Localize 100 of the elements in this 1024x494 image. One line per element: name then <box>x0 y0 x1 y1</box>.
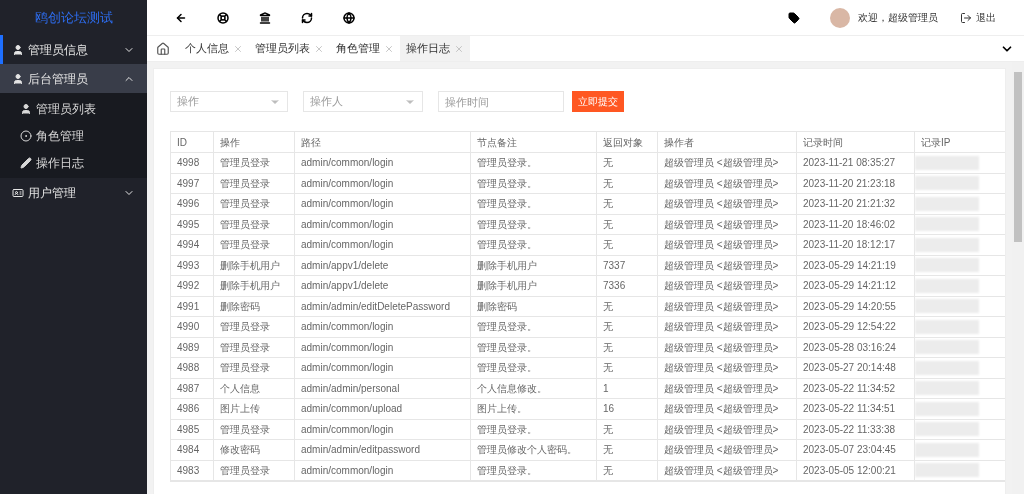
table-cell: 删除手机用户 <box>471 255 597 275</box>
table-cell: 管理员修改个人密码。 <box>471 440 597 460</box>
tab[interactable]: 角色管理 <box>330 36 400 61</box>
table-cell: 无 <box>597 214 658 234</box>
table-cell: 图片上传。 <box>471 399 597 419</box>
table-cell: admin/common/login <box>295 358 471 378</box>
submenu-item[interactable]: 管理员列表 <box>0 95 147 122</box>
table-cell: 管理员登录。 <box>471 337 597 357</box>
table-cell: 无 <box>597 460 658 480</box>
bank-icon[interactable] <box>259 11 271 24</box>
table-cell: 超级管理员 <超级管理员> <box>658 419 797 439</box>
blurred-ip <box>915 237 979 252</box>
table-cell: admin/common/login <box>295 153 471 173</box>
table-cell: 管理员登录。 <box>471 194 597 214</box>
table-cell: 4994 <box>171 235 214 255</box>
logo: 鸥创论坛测试 <box>33 8 114 27</box>
submenu-item[interactable]: 操作日志 <box>0 149 147 176</box>
blurred-ip <box>915 401 979 416</box>
home-icon[interactable] <box>156 41 170 56</box>
table-cell: 超级管理员 <超级管理员> <box>658 296 797 316</box>
table-cell: 管理员登录。 <box>471 153 597 173</box>
column-header: 操作 <box>214 132 295 152</box>
blurred-ip <box>915 463 979 478</box>
table-cell: 4991 <box>171 296 214 316</box>
table-cell: 管理员登录 <box>214 317 295 337</box>
submenu-item[interactable]: 角色管理 <box>0 122 147 149</box>
column-header: 操作者 <box>658 132 797 152</box>
table-cell: 管理员登录 <box>214 419 295 439</box>
blurred-ip <box>915 442 979 457</box>
table-cell: 无 <box>597 194 658 214</box>
table-cell: 管理员登录 <box>214 358 295 378</box>
tab[interactable]: 操作日志 <box>400 36 470 61</box>
refresh-icon[interactable] <box>301 11 313 24</box>
table-cell: 超级管理员 <超级管理员> <box>658 337 797 357</box>
table-cell: 管理员登录 <box>214 173 295 193</box>
column-header: 节点备注 <box>471 132 597 152</box>
table-cell: 管理员登录 <box>214 337 295 357</box>
table-cell: 无 <box>597 440 658 460</box>
table-cell: 4988 <box>171 358 214 378</box>
table-cell: 删除手机用户 <box>471 276 597 296</box>
table-cell: admin/appv1/delete <box>295 255 471 275</box>
table-cell: 图片上传 <box>214 399 295 419</box>
table-cell: 4992 <box>171 276 214 296</box>
table-cell: admin/admin/personal <box>295 378 471 398</box>
table-cell: 7337 <box>597 255 658 275</box>
pencil-icon <box>20 156 32 169</box>
table-cell: 超级管理员 <超级管理员> <box>658 194 797 214</box>
column-header: 记录IP <box>915 132 1005 152</box>
lifebuoy-icon[interactable] <box>217 11 229 24</box>
user-icon <box>12 72 24 85</box>
table-cell: 16 <box>597 399 658 419</box>
tag-icon[interactable] <box>788 11 800 24</box>
table-cell: 超级管理员 <超级管理员> <box>658 460 797 480</box>
table-cell: 无 <box>597 235 658 255</box>
table-cell: 管理员登录 <box>214 153 295 173</box>
table-cell: admin/common/login <box>295 194 471 214</box>
table-cell: 4996 <box>171 194 214 214</box>
table-cell: admin/admin/editDeletePassword <box>295 296 471 316</box>
globe-icon[interactable] <box>343 11 355 24</box>
logout-button[interactable]: 退出 <box>960 10 996 25</box>
back-icon[interactable] <box>175 11 187 24</box>
date-field[interactable]: 操作时间 <box>438 91 564 112</box>
blurred-ip <box>915 422 979 437</box>
blurred-ip <box>915 319 979 334</box>
sidebar-item[interactable]: 后台管理员 <box>0 64 147 93</box>
table-cell: admin/admin/editpassword <box>295 440 471 460</box>
table-cell: 超级管理员 <超级管理员> <box>658 173 797 193</box>
table-cell: 个人信息 <box>214 378 295 398</box>
column-header: 记录时间 <box>797 132 915 152</box>
blurred-ip <box>915 340 979 355</box>
blurred-ip <box>915 196 979 211</box>
table-cell: 管理员登录。 <box>471 460 597 480</box>
blurred-ip <box>915 258 979 273</box>
table-cell: 管理员登录 <box>214 194 295 214</box>
table-cell: 删除手机用户 <box>214 255 295 275</box>
table-cell: 超级管理员 <超级管理员> <box>658 153 797 173</box>
table-cell: 无 <box>597 296 658 316</box>
table-cell: 删除密码 <box>471 296 597 316</box>
table-cell: 超级管理员 <超级管理员> <box>658 317 797 337</box>
table-cell: 4995 <box>171 214 214 234</box>
table-cell: 管理员登录。 <box>471 358 597 378</box>
table-cell: 删除密码 <box>214 296 295 316</box>
tab[interactable]: 管理员列表 <box>249 36 330 61</box>
welcome-text: 欢迎，超级管理员 <box>858 11 938 25</box>
table-cell: 1 <box>597 378 658 398</box>
user-icon <box>20 102 32 115</box>
logout-icon <box>960 11 972 24</box>
column-header: ID <box>171 132 214 152</box>
table-cell: 个人信息修改。 <box>471 378 597 398</box>
table-cell: admin/common/login <box>295 317 471 337</box>
table-cell: 超级管理员 <超级管理员> <box>658 399 797 419</box>
table-cell: admin/common/login <box>295 235 471 255</box>
table-cell: 管理员登录 <box>214 214 295 234</box>
table-cell: 无 <box>597 317 658 337</box>
sidebar-item[interactable]: 用户管理 <box>0 178 147 207</box>
table-cell: 超级管理员 <超级管理员> <box>658 440 797 460</box>
table-cell: 管理员登录 <box>214 235 295 255</box>
table-cell: 4990 <box>171 317 214 337</box>
tab[interactable]: 个人信息 <box>179 36 249 61</box>
table-cell: 管理员登录。 <box>471 173 597 193</box>
